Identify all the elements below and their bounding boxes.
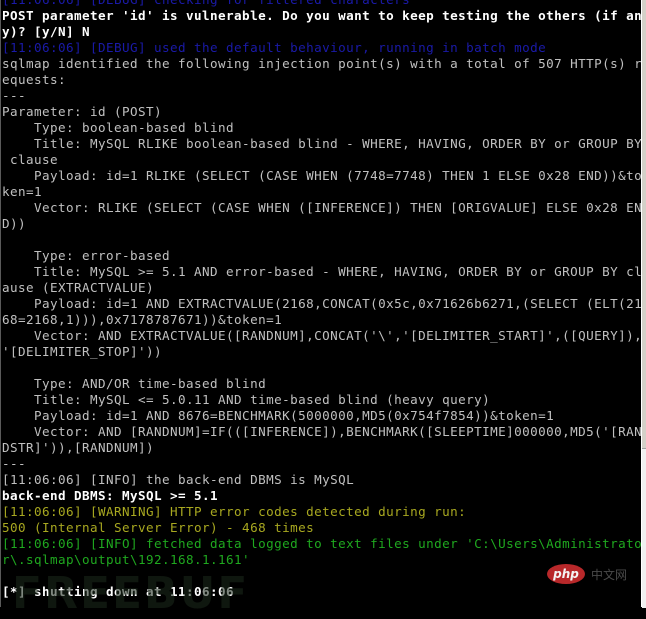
terminal-line: POST parameter 'id' is vulnerable. Do yo… [2, 8, 642, 23]
terminal-line: ause (EXTRACTVALUE) [2, 280, 155, 295]
terminal-line: Payload: id=1 AND EXTRACTVALUE(2168,CONC… [2, 296, 642, 311]
terminal-line: Type: boolean-based blind [2, 120, 235, 135]
terminal-line: D)) [2, 216, 27, 231]
terminal-line: '[DELIMITER_STOP]')) [2, 344, 163, 359]
terminal-line: Type: error-based [2, 248, 171, 263]
terminal-line: sqlmap identified the following injectio… [2, 56, 642, 71]
terminal-line: ken=1 [2, 184, 43, 199]
terminal-line: Type: AND/OR time-based blind [2, 376, 267, 391]
terminal-line: back-end DBMS: MySQL >= 5.1 [2, 488, 219, 503]
scrollbar-track-lower[interactable] [642, 448, 646, 608]
terminal-line: --- [2, 456, 27, 471]
terminal-line: Title: MySQL <= 5.0.11 AND time-based bl… [2, 392, 491, 407]
terminal-line: [11:06:06] [DEBUG] used the default beha… [2, 40, 547, 55]
terminal-line: y)? [y/N] N [2, 24, 91, 39]
terminal-line: Parameter: id (POST) [2, 104, 163, 119]
terminal-line: Vector: AND EXTRACTVALUE([RANDNUM],CONCA… [2, 328, 642, 343]
terminal-line: --- [2, 88, 27, 103]
terminal-window[interactable]: [11:06:06] [DEBUG] checking for filtered… [0, 0, 642, 607]
terminal-line: [11:06:06] [INFO] fetched data logged to… [2, 536, 642, 551]
terminal-line: [*] shutting down at 11:06:06 [2, 584, 235, 599]
terminal-line: [11:06:06] [INFO] the back-end DBMS is M… [2, 472, 355, 487]
terminal-output: [11:06:06] [DEBUG] checking for filtered… [1, 0, 642, 600]
terminal-line: Payload: id=1 RLIKE (SELECT (CASE WHEN (… [2, 168, 642, 183]
terminal-line: equests: [2, 72, 67, 87]
terminal-line: Title: MySQL >= 5.1 AND error-based - WH… [2, 264, 642, 279]
terminal-line: 68=2168,1))),0x7178787671))&token=1 [2, 312, 283, 327]
terminal-line: clause [2, 152, 59, 167]
terminal-line: Payload: id=1 AND 8676=BENCHMARK(5000000… [2, 408, 555, 423]
terminal-line: Vector: RLIKE (SELECT (CASE WHEN ([INFER… [2, 200, 642, 215]
terminal-line: DSTR]')),[RANDNUM]) [2, 440, 155, 455]
terminal-line: r\.sqlmap\output\192.168.1.161' [2, 552, 251, 567]
terminal-line: [11:06:06] [WARNING] HTTP error codes de… [2, 504, 467, 519]
terminal-line: 500 (Internal Server Error) - 468 times [2, 520, 315, 535]
terminal-line: Vector: AND [RANDNUM]=IF(([INFERENCE]),B… [2, 424, 642, 439]
terminal-line: Title: MySQL RLIKE boolean-based blind -… [2, 136, 642, 151]
terminal-line: [11:06:06] [DEBUG] checking for filtered… [1, 0, 642, 8]
